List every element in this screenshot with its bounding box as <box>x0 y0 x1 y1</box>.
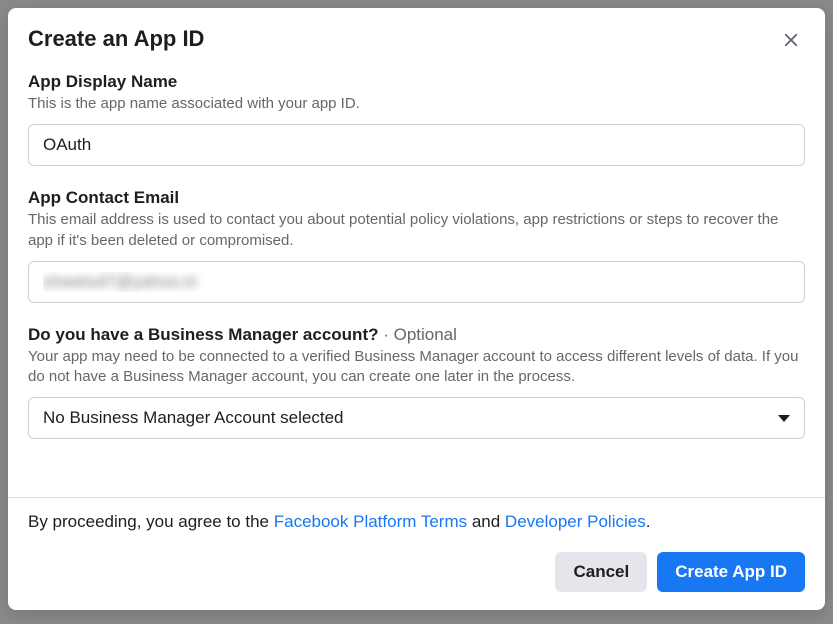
business-manager-label: Do you have a Business Manager account? … <box>28 325 805 345</box>
display-name-input[interactable] <box>28 124 805 166</box>
optional-tag: · Optional <box>378 325 456 344</box>
button-row: Cancel Create App ID <box>28 552 805 592</box>
agree-suffix: . <box>646 512 651 531</box>
contact-email-group: App Contact Email This email address is … <box>28 188 805 303</box>
business-manager-label-text: Do you have a Business Manager account? <box>28 325 378 344</box>
create-app-id-button[interactable]: Create App ID <box>657 552 805 592</box>
display-name-label: App Display Name <box>28 72 805 92</box>
agree-text: By proceeding, you agree to the Facebook… <box>28 512 805 532</box>
modal-footer: By proceeding, you agree to the Facebook… <box>8 497 825 610</box>
business-manager-help: Your app may need to be connected to a v… <box>28 347 805 388</box>
modal-body: Create an App ID App Display Name This i… <box>8 8 825 497</box>
developer-policies-link[interactable]: Developer Policies <box>505 512 646 531</box>
contact-email-input[interactable] <box>28 261 805 303</box>
contact-email-label: App Contact Email <box>28 188 805 208</box>
display-name-help: This is the app name associated with you… <box>28 94 805 114</box>
close-icon <box>782 31 800 49</box>
agree-mid: and <box>467 512 505 531</box>
business-manager-selected: No Business Manager Account selected <box>43 408 344 428</box>
chevron-down-icon <box>778 415 790 422</box>
business-manager-select[interactable]: No Business Manager Account selected <box>28 397 805 439</box>
platform-terms-link[interactable]: Facebook Platform Terms <box>274 512 467 531</box>
business-manager-select-wrap: No Business Manager Account selected <box>28 397 805 439</box>
cancel-button[interactable]: Cancel <box>555 552 647 592</box>
business-manager-group: Do you have a Business Manager account? … <box>28 325 805 440</box>
modal-title: Create an App ID <box>28 26 204 52</box>
close-button[interactable] <box>777 26 805 54</box>
agree-prefix: By proceeding, you agree to the <box>28 512 274 531</box>
contact-email-help: This email address is used to contact yo… <box>28 210 805 251</box>
display-name-group: App Display Name This is the app name as… <box>28 72 805 166</box>
create-app-id-modal: Create an App ID App Display Name This i… <box>8 8 825 610</box>
modal-header: Create an App ID <box>28 26 805 54</box>
